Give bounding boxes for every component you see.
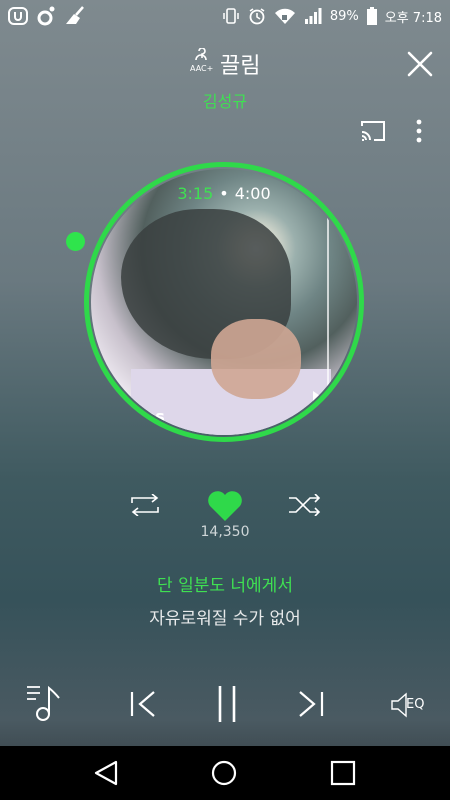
skip-next-icon bbox=[299, 691, 324, 717]
lyric-current-line[interactable]: 단 일분도 너에게서 bbox=[0, 571, 450, 596]
repeat-button[interactable] bbox=[128, 494, 162, 516]
more-vert-icon bbox=[416, 119, 422, 143]
quality-badge: AAC+ bbox=[190, 48, 213, 73]
back-triangle-icon bbox=[94, 760, 118, 786]
home-circle-icon bbox=[211, 760, 237, 786]
alarm-icon bbox=[248, 7, 266, 25]
song-title: 끌림 bbox=[220, 54, 261, 79]
more-options-button[interactable] bbox=[412, 118, 426, 144]
nav-back-button[interactable] bbox=[92, 760, 120, 786]
recent-apps-square-icon bbox=[330, 760, 356, 786]
repeat-icon bbox=[131, 494, 159, 516]
music-app-icon bbox=[36, 6, 56, 26]
app-u-icon bbox=[8, 7, 28, 25]
nav-recent-apps-button[interactable] bbox=[330, 760, 356, 786]
headphone-icon bbox=[195, 48, 207, 61]
close-button[interactable] bbox=[406, 50, 434, 78]
close-icon bbox=[407, 51, 433, 77]
album-art-progress[interactable]: ries 3:15 • 4:00 bbox=[84, 162, 364, 442]
vibrate-icon bbox=[222, 7, 240, 25]
pause-icon bbox=[218, 686, 236, 722]
quality-label: AAC+ bbox=[190, 64, 214, 73]
like-count: 14,350 bbox=[200, 524, 250, 540]
progress-knob[interactable] bbox=[66, 232, 85, 251]
cleaner-icon bbox=[64, 6, 86, 26]
wifi-icon bbox=[274, 7, 296, 25]
shuffle-button[interactable] bbox=[288, 494, 322, 516]
like-button[interactable] bbox=[207, 490, 243, 522]
album-art: ries bbox=[91, 169, 357, 435]
clock: 오후 7:18 bbox=[384, 10, 442, 26]
equalizer-label: EQ bbox=[406, 697, 425, 712]
signal-icon bbox=[304, 8, 322, 24]
shuffle-icon bbox=[289, 494, 321, 516]
next-button[interactable] bbox=[296, 690, 326, 718]
play-arrow-icon bbox=[313, 391, 329, 413]
time-separator: • bbox=[219, 184, 229, 203]
heart-icon bbox=[208, 491, 242, 521]
battery-percent: 89% bbox=[329, 8, 359, 24]
total-time: 4:00 bbox=[234, 184, 271, 203]
battery-icon bbox=[366, 7, 377, 25]
time-display: 3:15 • 4:00 bbox=[84, 184, 364, 203]
artist-name[interactable]: 김성규 bbox=[0, 88, 450, 112]
cast-icon bbox=[361, 121, 385, 141]
cast-button[interactable] bbox=[360, 120, 386, 142]
status-bar: 89% 오후 7:18 bbox=[0, 0, 450, 32]
previous-button[interactable] bbox=[128, 690, 158, 718]
lyric-next-line[interactable]: 자유로워질 수가 없어 bbox=[0, 604, 450, 629]
album-art-text: ries bbox=[131, 407, 165, 426]
pause-button[interactable] bbox=[216, 684, 238, 724]
playlist-button[interactable] bbox=[26, 684, 62, 722]
skip-previous-icon bbox=[130, 691, 155, 717]
nav-home-button[interactable] bbox=[211, 760, 237, 786]
playlist-icon bbox=[27, 685, 60, 721]
current-time: 3:15 bbox=[177, 184, 214, 203]
